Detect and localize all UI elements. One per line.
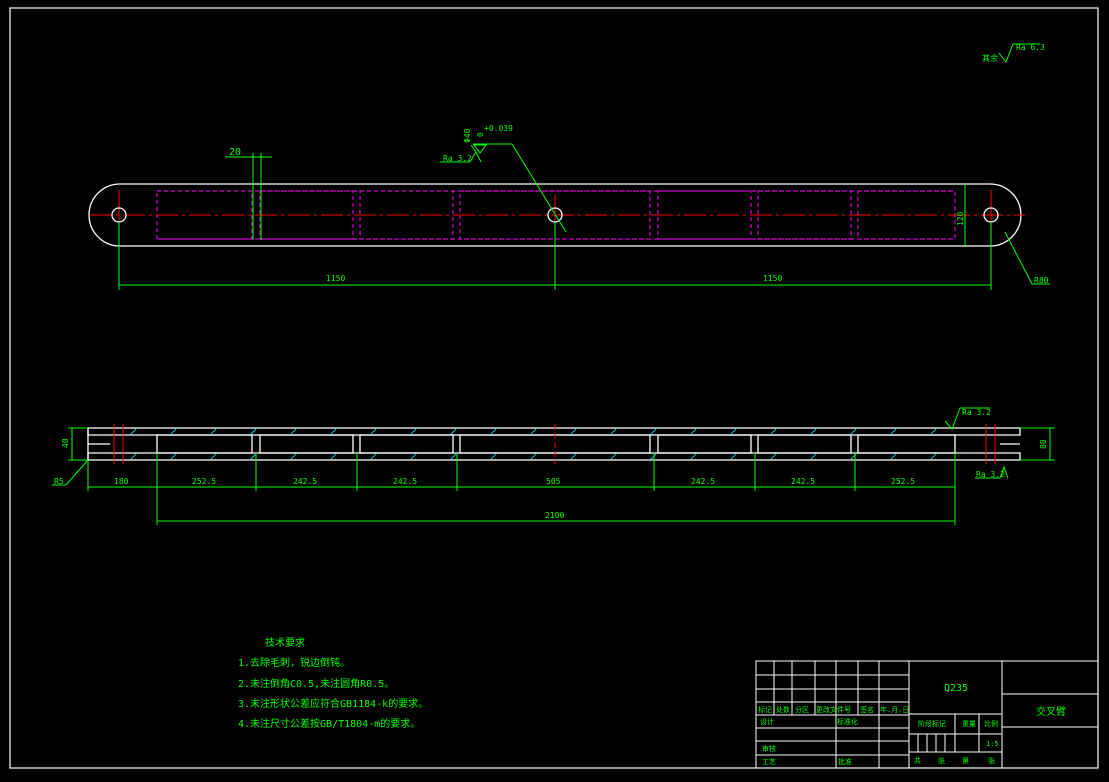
tb-process: 工艺 <box>762 758 776 766</box>
tb-change-doc: 更改文件号 <box>816 705 851 714</box>
segment-dim-5: 505 <box>546 477 561 486</box>
tb-scale-label: 比例 <box>984 719 998 728</box>
hole-diameter-label: Φ40 <box>463 128 472 143</box>
tb-weight: 重量 <box>962 720 976 728</box>
segment-dim-6: 242.5 <box>691 477 715 486</box>
note-1: 1.去除毛刺，锐边倒钝。 <box>238 656 350 669</box>
end-radius-label: R80 <box>1034 276 1049 285</box>
thickness-label: 40 <box>61 438 70 448</box>
general-roughness-label: 其余 <box>982 53 998 63</box>
tb-design: 设计 <box>760 717 774 726</box>
hole-tolerance-upper: +0.039 <box>484 124 513 133</box>
dimension-right-span-label: 1150 <box>763 274 782 283</box>
tb-zone: 分区 <box>795 705 809 714</box>
tb-sheets-total: 共 <box>914 756 921 765</box>
hole-roughness-label: Ra 3.2 <box>443 154 472 163</box>
tb-sheets-total-unit: 张 <box>938 756 945 765</box>
tb-standardization: 标准化 <box>837 717 858 726</box>
general-roughness-value: Ra 6.3 <box>1016 43 1045 52</box>
tb-sheet-number: 第 <box>962 756 969 765</box>
dimension-left-span-label: 1150 <box>326 274 345 283</box>
overall-length-label: 2100 <box>545 511 564 520</box>
note-3: 3.未注形状公差应符合GB1184-k的要求。 <box>238 697 428 710</box>
tb-approve: 批准 <box>838 757 852 766</box>
height-label: 80 <box>1039 439 1048 449</box>
dimension-120-label: 120 <box>956 211 965 226</box>
segment-dim-7: 242.5 <box>791 477 815 486</box>
tb-count: 处数 <box>776 705 790 714</box>
tb-signature: 签名 <box>860 705 874 714</box>
segment-dim-3: 242.5 <box>293 477 317 486</box>
segment-dim-8: 252.5 <box>891 477 915 486</box>
segment-dim-2: 252.5 <box>192 477 216 486</box>
tb-stage-mark: 阶段标记 <box>918 719 946 728</box>
background <box>0 0 1109 782</box>
note-2: 2.未注倒角C0.5,未注圆角R0.5。 <box>238 677 394 690</box>
cad-drawing: 其余 Ra 6.3 20 Φ40 0 +0.039 Ra 3.2 120 115… <box>0 0 1109 782</box>
segment-dim-4: 242.5 <box>393 477 417 486</box>
tb-review: 审核 <box>762 744 776 753</box>
note-4: 4.未注尺寸公差按GB/T1804-m的要求。 <box>238 717 420 730</box>
tb-material: Q235 <box>944 683 968 694</box>
notes-title: 技术要求 <box>265 636 305 649</box>
front-roughness-bottom-label: Ra 3.2 <box>976 470 1005 479</box>
dimension-20-label: 20 <box>229 147 241 158</box>
segment-dim-1: 180 <box>114 477 129 486</box>
tb-scale-value: 1:5 <box>986 740 999 748</box>
tb-date: 年.月.日 <box>880 705 909 714</box>
r5-label: R5 <box>54 477 64 486</box>
tb-sheet-number-unit: 张 <box>988 756 995 765</box>
front-roughness-top-label: Ra 3.2 <box>962 408 991 417</box>
tb-mark: 标记 <box>758 705 772 714</box>
tb-part-name: 交叉臂 <box>1036 705 1066 718</box>
